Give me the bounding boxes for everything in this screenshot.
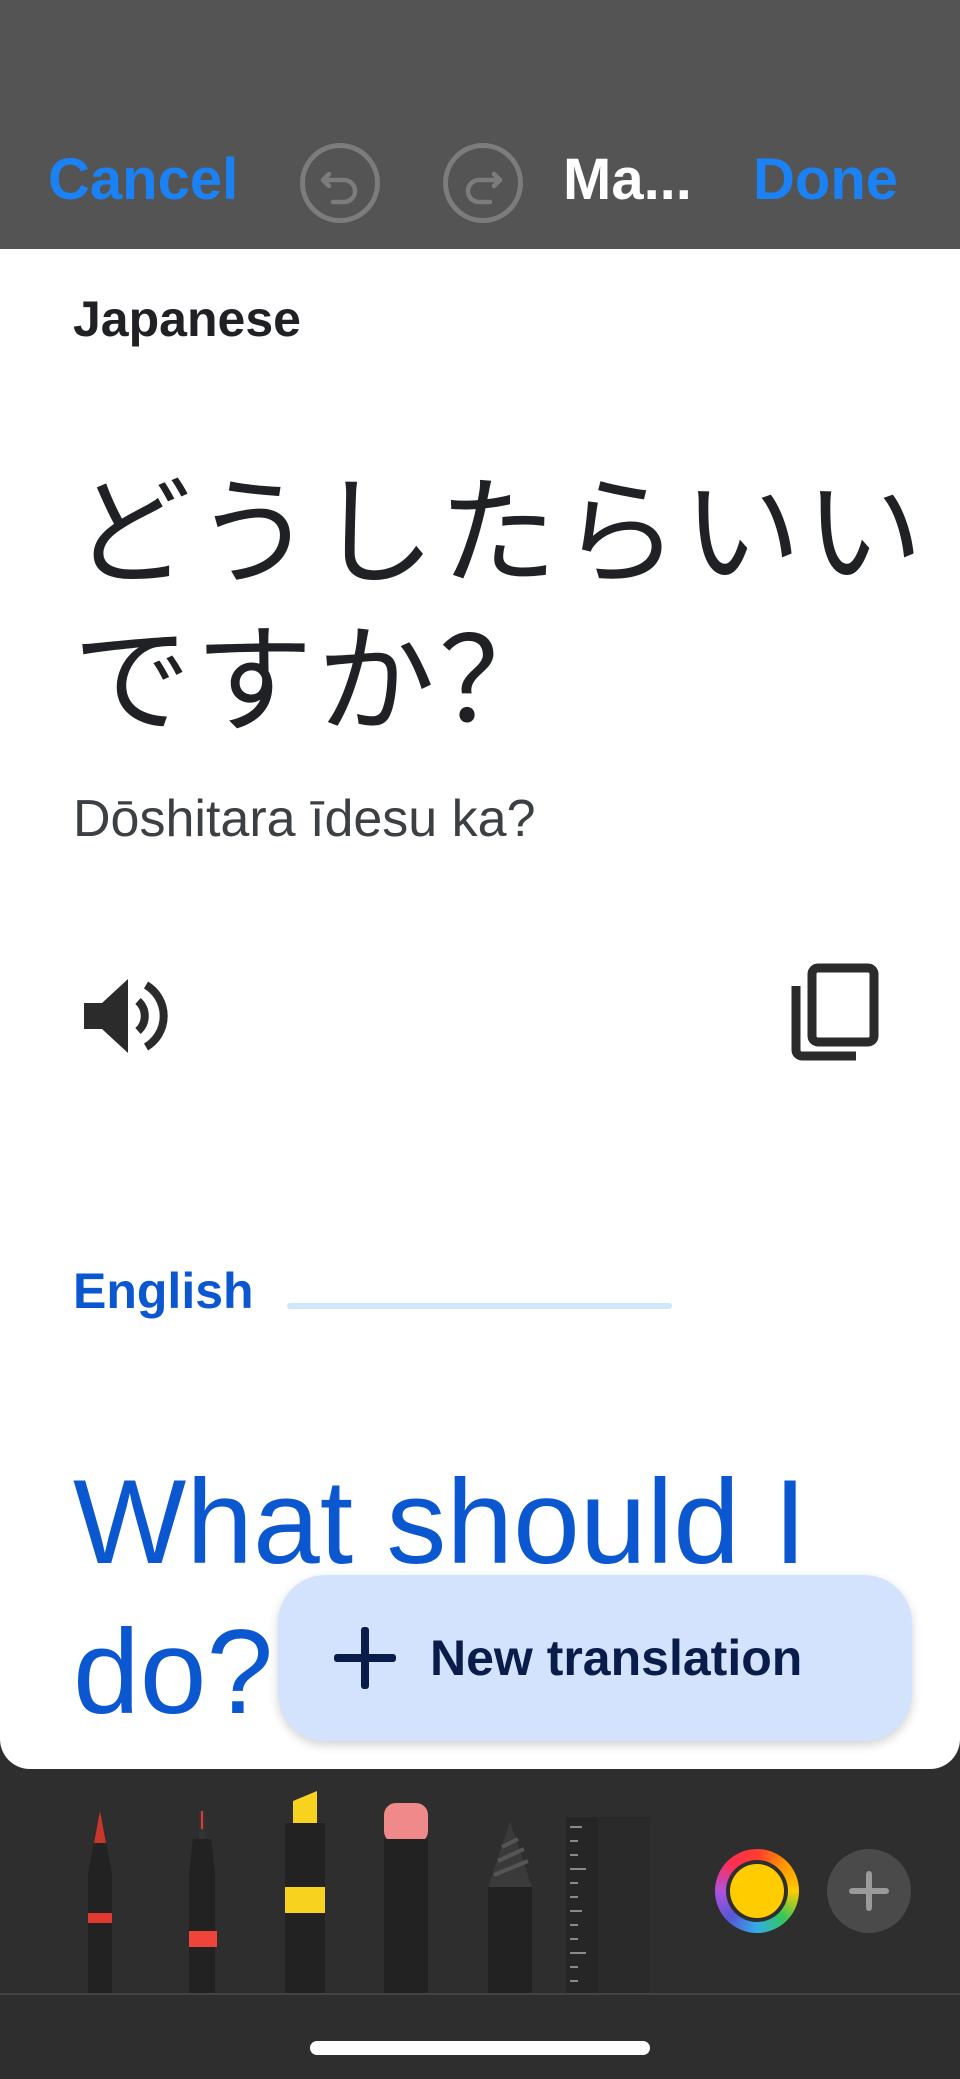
tool-palette (0, 1769, 960, 1995)
selected-color-swatch (730, 1864, 784, 1918)
markup-toolbar: Cancel Ma... Done (0, 0, 960, 249)
pen-tool-icon[interactable] (72, 1803, 128, 1993)
redo-icon (465, 171, 503, 205)
target-language-label: English (73, 1263, 254, 1319)
color-picker-button[interactable] (715, 1849, 799, 1933)
speaker-icon[interactable] (78, 969, 172, 1063)
home-indicator[interactable] (310, 2041, 650, 2055)
cancel-button[interactable]: Cancel (48, 148, 238, 212)
new-translation-label: New translation (430, 1630, 803, 1686)
plus-icon (849, 1871, 889, 1911)
markup-title: Ma... (563, 147, 692, 212)
done-button[interactable]: Done (753, 148, 898, 212)
source-text: どうしたらいい ですか？ (73, 459, 928, 755)
highlighter-tool-icon[interactable] (275, 1787, 335, 1993)
home-bar-area (0, 1995, 960, 2079)
plus-icon (334, 1627, 396, 1689)
translation-sheet: Japanese どうしたらいい ですか？ Dōshitara īdesu ka… (0, 249, 960, 1769)
undo-icon (320, 171, 358, 205)
new-translation-button[interactable]: New translation (278, 1575, 912, 1741)
undo-button[interactable] (300, 143, 380, 223)
source-text-line: ですか？ (73, 612, 562, 750)
copy-icon[interactable] (790, 962, 886, 1062)
pencil-tool-icon[interactable] (482, 1817, 538, 1993)
redo-button[interactable] (443, 143, 523, 223)
source-language-label: Japanese (73, 291, 301, 347)
source-text-line: どうしたらいい (73, 464, 928, 602)
romanization-text: Dōshitara īdesu ka? (73, 790, 536, 848)
fineliner-tool-icon[interactable] (175, 1803, 231, 1993)
ruler-tool-icon[interactable] (566, 1817, 650, 1993)
eraser-tool-icon[interactable] (378, 1803, 434, 1993)
section-divider (287, 1303, 672, 1309)
add-tool-button[interactable] (827, 1849, 911, 1933)
color-ring-inner (726, 1860, 788, 1922)
